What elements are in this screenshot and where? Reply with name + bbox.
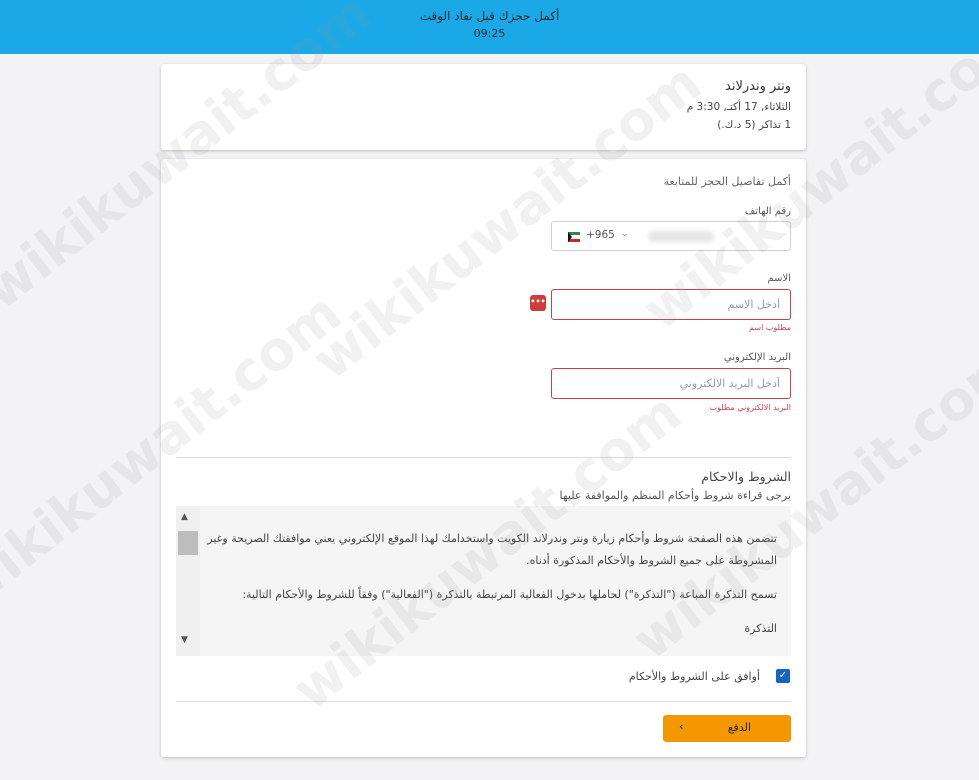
countdown-timer: 09:25 <box>473 27 506 40</box>
section-divider <box>176 701 791 702</box>
terms-scrollbar[interactable]: ▲ ▼ <box>176 506 200 656</box>
pay-button-label: الدفع <box>727 721 751 734</box>
event-date: الثلاثاء, 17 أكتـ, 3:30 م <box>686 101 791 113</box>
event-summary-card: ونتر وندرلاند الثلاثاء, 17 أكتـ, 3:30 م … <box>161 64 806 150</box>
terms-content: تتضمن هذه الصفحة شروط وأحكام زيارة ونتر … <box>206 528 777 652</box>
terms-paragraph: تسمح التذكرة المباعة ("التذكرة") لحاملها… <box>242 588 777 601</box>
phone-label: رقم الهاتف <box>744 206 791 217</box>
countdown-message: أكمل حجزك قبل نفاد الوقت <box>419 9 560 23</box>
email-label: البريد الإلكتروني <box>723 352 791 363</box>
terms-subtitle: يرجى قراءة شروط وأحكام المنظم والموافقة … <box>559 489 792 502</box>
section-divider <box>176 457 791 458</box>
terms-scroll-box[interactable]: ▲ ▼ تتضمن هذه الصفحة شروط وأحكام زيارة و… <box>176 506 791 656</box>
agree-label[interactable]: أوافق على الشروط والأحكام <box>629 670 760 683</box>
kuwait-flag-icon <box>568 232 580 242</box>
booking-form-card: أكمل تفاصيل الحجز للمتابعة رقم الهاتف +9… <box>161 159 806 757</box>
phone-number-redacted[interactable] <box>648 231 714 242</box>
email-error: البريد الالكتروني مطلوب <box>709 403 791 412</box>
scroll-up-icon[interactable]: ▲ <box>181 512 188 522</box>
phone-field[interactable]: +965 ⌄ <box>551 221 791 251</box>
pay-button[interactable]: الدفع › <box>663 715 791 742</box>
name-input[interactable] <box>551 289 791 320</box>
agree-checkbox[interactable]: ✓ <box>776 669 790 683</box>
dial-code[interactable]: +965 <box>586 229 615 241</box>
chevron-down-icon[interactable]: ⌄ <box>621 229 629 239</box>
chevron-right-icon: › <box>679 720 684 733</box>
name-label: الاسم <box>767 273 791 284</box>
ticket-summary: 1 تذاكر (5 د.ك.) <box>717 119 791 131</box>
terms-title: الشروط والاحكام <box>701 469 791 484</box>
event-name: ونتر وندرلاند <box>725 79 791 94</box>
form-heading: أكمل تفاصيل الحجز للمتابعة <box>663 175 791 188</box>
password-manager-icon[interactable]: ••• <box>530 295 546 311</box>
name-error: مطلوب اسم <box>749 323 791 332</box>
email-input[interactable] <box>551 368 791 399</box>
terms-paragraph: التذكرة <box>744 622 777 635</box>
countdown-banner: أكمل حجزك قبل نفاد الوقت 09:25 <box>0 0 979 54</box>
scroll-thumb[interactable] <box>178 531 198 555</box>
scroll-down-icon[interactable]: ▼ <box>181 635 188 645</box>
terms-paragraph: تتضمن هذه الصفحة شروط وأحكام زيارة ونتر … <box>207 532 777 567</box>
